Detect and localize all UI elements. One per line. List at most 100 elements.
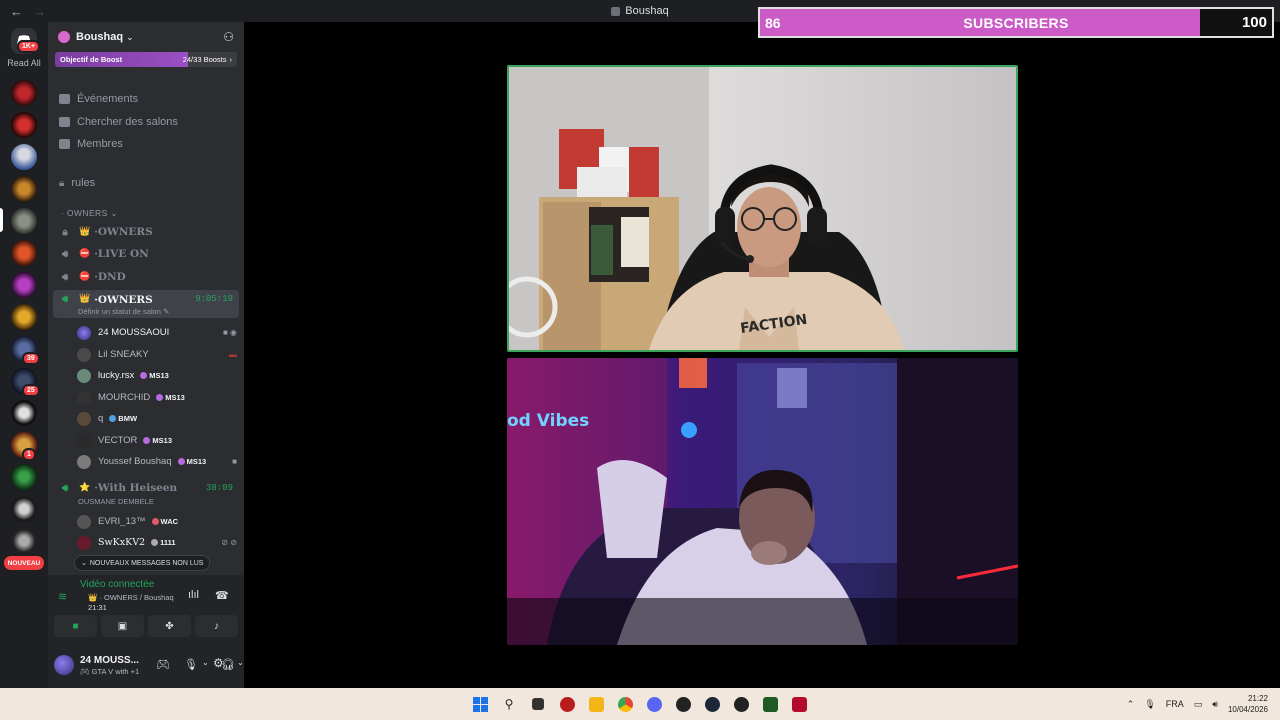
language-indicator[interactable]: FRA [1166, 699, 1184, 709]
github-icon[interactable] [673, 693, 693, 715]
discord-taskbar-icon[interactable] [644, 693, 664, 715]
channel-owners-active[interactable]: 🔊︎ 👑 · OWNERS 9:05:19 Définir un statut … [53, 290, 239, 318]
voice-user[interactable]: SwKxKV2 1111 ⊘ ⊘ [77, 533, 237, 552]
crown-icon: 👑 [79, 227, 91, 237]
voice-user-name: Youssef Boushaq [98, 456, 172, 467]
clan-tag-label: MS13 [186, 457, 207, 466]
gamepad-icon[interactable]: 🎮︎ [156, 658, 170, 671]
voice-user[interactable]: Lil SNEAKY ▬ [77, 345, 237, 364]
avatar[interactable] [54, 655, 74, 675]
disconnect-icon[interactable]: ☎ [215, 589, 229, 602]
star-icon: ⭐ [79, 483, 91, 493]
screen-share-button[interactable]: ▣ [101, 615, 144, 637]
voice-user[interactable]: VECTOR MS13 [77, 431, 237, 450]
rockstar-icon[interactable] [731, 693, 751, 715]
chevron-up-icon[interactable]: ⌃ [1127, 699, 1135, 710]
video-tile-webcam-2[interactable]: od Vibes [507, 358, 1018, 645]
server-icon-4[interactable] [11, 176, 37, 202]
voice-status[interactable]: Vidéo connectée [80, 579, 154, 590]
set-channel-status[interactable]: Définir un statut de salon ✎ [78, 307, 169, 316]
chevron-down-icon: ⌄ [81, 560, 87, 567]
channel-dnd-label: DND [97, 271, 126, 283]
clock[interactable]: 21:22 10/04/2026 [1228, 693, 1268, 715]
channel-sidebar: Boushaq ⌄ ⚇ Objectif de Boost 24/33 Boos… [48, 22, 244, 688]
new-unreads-pill[interactable]: NOUVEAU [4, 556, 44, 570]
clan-tag-icon [109, 415, 117, 422]
webcam-feed-2: od Vibes [507, 358, 1018, 645]
server-icon-boushaq[interactable] [11, 208, 37, 234]
second-channel-status: OUSMANE DEMBELE [78, 497, 154, 506]
voice-user[interactable]: 24 MOUSSAOUI ■ ◉ [77, 323, 237, 342]
network-icon[interactable]: ▭ [1194, 699, 1203, 710]
nav-browse-label: Chercher des salons [77, 116, 178, 128]
nav-browse-channels[interactable]: Chercher des salons [59, 116, 178, 128]
gear-icon[interactable]: ⚙ [213, 656, 224, 670]
nav-events[interactable]: Événements [59, 93, 138, 105]
terminal-icon[interactable] [760, 693, 780, 715]
activities-button[interactable]: ✤ [148, 615, 191, 637]
voice-time: 21:31 [88, 603, 107, 612]
server-icon-1[interactable] [11, 80, 37, 106]
add-member-icon[interactable]: ⚇ [223, 30, 234, 44]
clan-tag-icon [143, 437, 151, 444]
voice-action-buttons: ■ ▣ ✤ ♪ [54, 615, 238, 637]
server-icon-13[interactable] [11, 464, 37, 490]
start-button[interactable] [470, 693, 490, 715]
server-header[interactable]: Boushaq ⌄ ⚇ [48, 22, 244, 52]
adobe-icon[interactable] [789, 693, 809, 715]
channel-live-on-label: LIVE ON [97, 248, 149, 260]
chevron-down-icon[interactable]: ⌄ [202, 658, 209, 667]
back-arrow-icon[interactable]: ← [10, 4, 23, 19]
soundboard-button[interactable]: ♪ [195, 615, 238, 637]
voice-user-name: MOURCHID [98, 392, 151, 403]
clan-tag: 1111 [151, 538, 176, 547]
camera-button[interactable]: ■ [54, 615, 97, 637]
new-messages-pill[interactable]: ⌄ NOUVEAUX MESSAGES NON LUS [74, 555, 211, 571]
video-tile-webcam-1[interactable]: FACTION [507, 65, 1018, 352]
voice-user[interactable]: MOURCHID MS13 [77, 388, 237, 407]
channel-with-heiseen[interactable]: 🔊︎ ⭐ · With Heiseen 38:09 OUSMANE DEMBEL… [53, 478, 239, 506]
crown-icon: 👑 · [88, 593, 105, 602]
chrome-icon[interactable] [615, 693, 635, 715]
server-icon-8[interactable] [11, 304, 37, 330]
noise-suppression-icon[interactable]: ılıl [188, 589, 199, 601]
user-name[interactable]: 24 MOUSS... [80, 655, 139, 666]
read-all-button[interactable]: Read All [0, 58, 48, 68]
task-view-icon[interactable] [528, 693, 548, 715]
channel-rules[interactable]: 🔒︎ rules [59, 177, 95, 189]
server-icon-6[interactable] [11, 240, 37, 266]
microphone-icon[interactable]: 🎙︎ [184, 658, 198, 671]
volume-icon[interactable]: 🔊︎ [1212, 699, 1218, 710]
category-owners[interactable]: · OWNERS ⌄ [61, 208, 118, 219]
set-channel-status-label: Définir un statut de salon [78, 307, 161, 316]
chevron-down-icon[interactable]: ⌄ [237, 658, 244, 667]
server-icon-7[interactable] [11, 272, 37, 298]
file-explorer-icon[interactable] [586, 693, 606, 715]
forward-arrow-icon[interactable]: → [33, 4, 46, 19]
steam-icon[interactable] [702, 693, 722, 715]
search-icon[interactable]: ⚲ [499, 693, 519, 715]
channel-owners-locked[interactable]: 🔒︎ 👑 · OWNERS [53, 222, 239, 242]
voice-user[interactable]: q BMW [77, 409, 237, 428]
clan-tag-icon [156, 394, 164, 401]
nav-members[interactable]: Membres [59, 138, 123, 150]
avatar [77, 325, 91, 340]
channels-icon [59, 117, 70, 127]
channel-dnd[interactable]: 🔊︎ ⛔ · DND [53, 267, 239, 287]
voice-user[interactable]: EVRI_13™ WAC [77, 512, 237, 531]
app-icon-red[interactable] [557, 693, 577, 715]
voice-channel-path[interactable]: 👑 · OWNERS / Boushaq [88, 593, 174, 602]
avatar [77, 368, 91, 383]
server-icon-14[interactable] [11, 496, 37, 522]
voice-user[interactable]: lucky.rsx MS13 [77, 366, 237, 385]
channel-live-on[interactable]: 🔊︎ ⛔ · LIVE ON [53, 244, 239, 264]
server-icon-11[interactable] [11, 400, 37, 426]
voice-user[interactable]: Youssef Boushaq MS13 ■ [77, 452, 237, 471]
activities-icon: ✤ [165, 620, 174, 632]
server-icon-3[interactable] [11, 144, 37, 170]
boost-goal-bar[interactable]: Objectif de Boost 24/33 Boosts › [55, 52, 237, 67]
microphone-icon[interactable]: 🎙︎ [1144, 699, 1155, 710]
server-icon-15[interactable] [11, 528, 37, 554]
server-icon-2[interactable] [11, 112, 37, 138]
avatar [77, 347, 91, 362]
